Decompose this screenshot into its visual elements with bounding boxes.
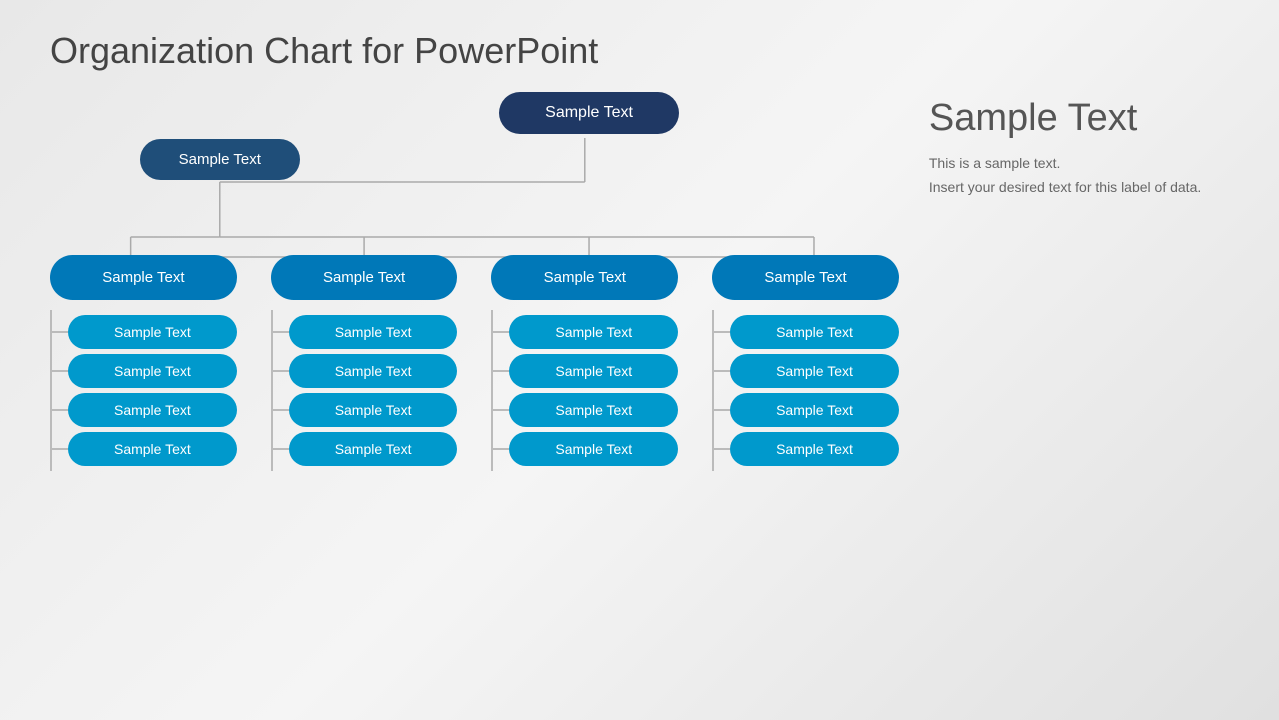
col1-leaf-2: Sample Text — [68, 354, 237, 388]
page-title: Organization Chart for PowerPoint — [50, 30, 1229, 72]
col1-leaf-4: Sample Text — [68, 432, 237, 466]
col4-leaf-3: Sample Text — [730, 393, 899, 427]
col4-leaf-1: Sample Text — [730, 315, 899, 349]
connector-area — [390, 142, 899, 172]
root-node: Sample Text — [499, 92, 679, 134]
col2-leaf-1: Sample Text — [289, 315, 458, 349]
column-2-items: Sample Text Sample Text Sample Text — [271, 310, 458, 471]
column-1: Sample Text Sample Text Sample Text — [50, 255, 237, 471]
column-2: Sample Text Sample Text Sample Text — [271, 255, 458, 471]
column-3-items: Sample Text Sample Text Sample Text — [491, 310, 678, 471]
column-1-items: Sample Text Sample Text Sample Text — [50, 310, 237, 471]
column-3-header: Sample Text — [491, 255, 678, 300]
column-1-header: Sample Text — [50, 255, 237, 300]
col1-leaf-3: Sample Text — [68, 393, 237, 427]
column-2-header: Sample Text — [271, 255, 458, 300]
page: Organization Chart for PowerPoint Sample… — [0, 0, 1279, 720]
col4-leaf-2: Sample Text — [730, 354, 899, 388]
org-chart-container: Sample Text Sample Text — [50, 92, 899, 692]
col2-leaf-3: Sample Text — [289, 393, 458, 427]
col2-leaf-4: Sample Text — [289, 432, 458, 466]
column-4: Sample Text Sample Text Sample Text — [712, 255, 899, 471]
col4-leaf-4: Sample Text — [730, 432, 899, 466]
level2-row: Sample Text — [50, 134, 899, 180]
columns-row: Sample Text Sample Text Sample Text — [50, 255, 899, 471]
column-4-items: Sample Text Sample Text Sample Text — [712, 310, 899, 471]
col2-leaf-2: Sample Text — [289, 354, 458, 388]
side-info: Sample Text This is a sample text. Inser… — [899, 92, 1229, 692]
col3-leaf-4: Sample Text — [509, 432, 678, 466]
col3-leaf-3: Sample Text — [509, 393, 678, 427]
column-4-header: Sample Text — [712, 255, 899, 300]
side-info-text: This is a sample text. Insert your desir… — [929, 152, 1229, 200]
secondary-node-wrapper: Sample Text — [50, 134, 390, 180]
col1-leaf-1: Sample Text — [68, 315, 237, 349]
col3-leaf-1: Sample Text — [509, 315, 678, 349]
col3-leaf-2: Sample Text — [509, 354, 678, 388]
org-chart: Sample Text Sample Text — [50, 92, 899, 471]
secondary-node: Sample Text — [140, 139, 300, 180]
column-3: Sample Text Sample Text Sample Text — [491, 255, 678, 471]
side-info-heading: Sample Text — [929, 97, 1229, 140]
root-row: Sample Text — [279, 92, 899, 134]
